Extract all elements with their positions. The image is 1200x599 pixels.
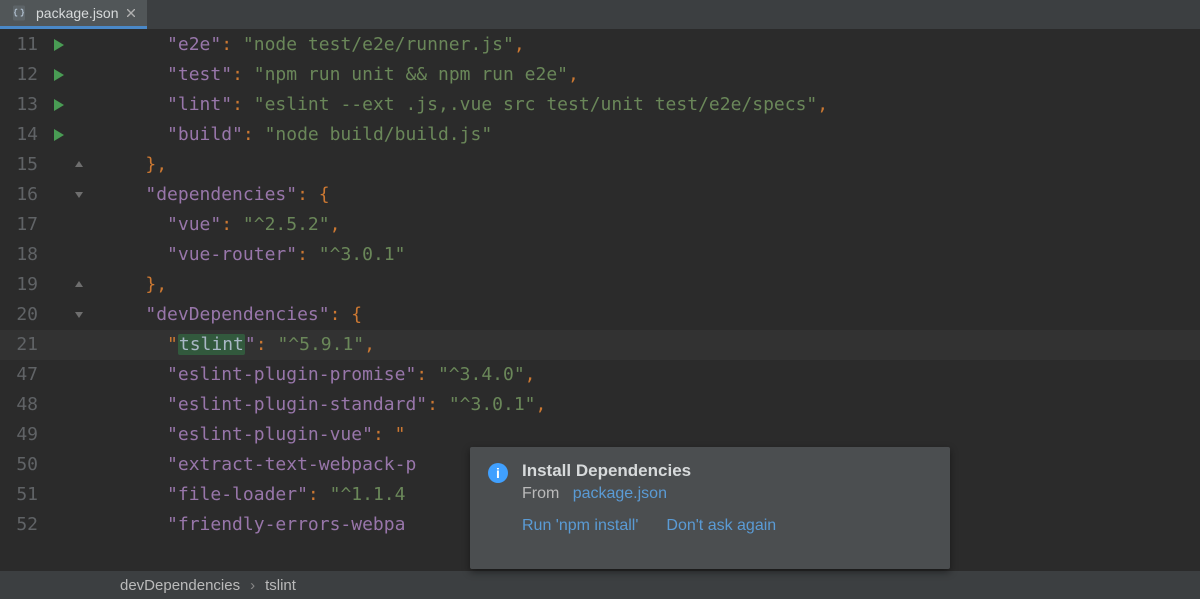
code-line[interactable]: 19 }, <box>0 270 1200 300</box>
code-text[interactable]: "e2e": "node test/e2e/runner.js", <box>102 30 525 60</box>
run-gutter[interactable] <box>48 99 70 111</box>
run-gutter[interactable] <box>48 129 70 141</box>
code-line[interactable]: 12 "test": "npm run unit && npm run e2e"… <box>0 60 1200 90</box>
code-line[interactable]: 18 "vue-router": "^3.0.1" <box>0 240 1200 270</box>
line-number: 19 <box>0 270 48 300</box>
code-text[interactable]: "build": "node build/build.js" <box>102 120 492 150</box>
close-icon[interactable] <box>127 9 135 17</box>
json-file-icon <box>10 4 28 22</box>
line-number: 50 <box>0 450 48 480</box>
run-icon[interactable] <box>54 69 64 81</box>
code-text[interactable]: "eslint-plugin-standard": "^3.0.1", <box>102 390 546 420</box>
line-number: 21 <box>0 330 48 360</box>
breadcrumb-item[interactable]: devDependencies <box>120 577 240 594</box>
line-number: 47 <box>0 360 48 390</box>
notification-popup: i Install Dependencies From package.json… <box>470 447 950 569</box>
line-number: 16 <box>0 180 48 210</box>
fold-end-icon[interactable] <box>70 160 88 170</box>
breadcrumb: devDependencies › tslint <box>0 571 1200 599</box>
code-text[interactable]: "extract-text-webpack-p <box>102 450 416 480</box>
notification-title: Install Dependencies <box>522 461 932 481</box>
line-number: 17 <box>0 210 48 240</box>
fold-start-icon[interactable] <box>70 310 88 320</box>
code-text[interactable]: "lint": "eslint --ext .js,.vue src test/… <box>102 90 828 120</box>
code-line[interactable]: 17 "vue": "^2.5.2", <box>0 210 1200 240</box>
run-gutter[interactable] <box>48 69 70 81</box>
fold-start-icon[interactable] <box>70 190 88 200</box>
line-number: 14 <box>0 120 48 150</box>
code-line[interactable]: 16 "dependencies": { <box>0 180 1200 210</box>
line-number: 13 <box>0 90 48 120</box>
notification-source-link[interactable]: package.json <box>573 485 667 502</box>
code-line[interactable]: 20 "devDependencies": { <box>0 300 1200 330</box>
tab-bar: package.json <box>0 0 1200 30</box>
line-number: 18 <box>0 240 48 270</box>
tab-filename: package.json <box>36 5 119 21</box>
code-text[interactable]: "dependencies": { <box>102 180 330 210</box>
breadcrumb-item[interactable]: tslint <box>265 577 296 594</box>
run-icon[interactable] <box>54 39 64 51</box>
code-text[interactable]: "tslint": "^5.9.1", <box>102 330 375 360</box>
code-text[interactable]: "test": "npm run unit && npm run e2e", <box>102 60 579 90</box>
notification-subtitle: From package.json <box>522 485 932 503</box>
code-text[interactable]: "friendly-errors-webpa <box>102 510 405 540</box>
code-text[interactable]: "file-loader": "^1.1.4 <box>102 480 405 510</box>
line-number: 15 <box>0 150 48 180</box>
code-text[interactable]: "vue": "^2.5.2", <box>102 210 340 240</box>
code-line[interactable]: 11 "e2e": "node test/e2e/runner.js", <box>0 30 1200 60</box>
code-text[interactable]: "eslint-plugin-promise": "^3.4.0", <box>102 360 536 390</box>
run-icon[interactable] <box>54 99 64 111</box>
code-line[interactable]: 21 "tslint": "^5.9.1", <box>0 330 1200 360</box>
code-text[interactable]: "devDependencies": { <box>102 300 362 330</box>
info-icon: i <box>488 463 508 483</box>
editor-tab[interactable]: package.json <box>0 0 147 29</box>
run-npm-install-link[interactable]: Run 'npm install' <box>522 517 638 535</box>
code-line[interactable]: 15 }, <box>0 150 1200 180</box>
code-line[interactable]: 13 "lint": "eslint --ext .js,.vue src te… <box>0 90 1200 120</box>
line-number: 48 <box>0 390 48 420</box>
code-text[interactable]: }, <box>102 150 167 180</box>
fold-end-icon[interactable] <box>70 280 88 290</box>
line-number: 12 <box>0 60 48 90</box>
line-number: 20 <box>0 300 48 330</box>
code-text[interactable]: "eslint-plugin-vue": " <box>102 420 405 450</box>
code-line[interactable]: 48 "eslint-plugin-standard": "^3.0.1", <box>0 390 1200 420</box>
line-number: 52 <box>0 510 48 540</box>
dont-ask-again-link[interactable]: Don't ask again <box>666 517 776 535</box>
line-number: 49 <box>0 420 48 450</box>
code-line[interactable]: 47 "eslint-plugin-promise": "^3.4.0", <box>0 360 1200 390</box>
run-gutter[interactable] <box>48 39 70 51</box>
line-number: 11 <box>0 30 48 60</box>
chevron-right-icon: › <box>250 577 255 594</box>
run-icon[interactable] <box>54 129 64 141</box>
code-line[interactable]: 49 "eslint-plugin-vue": " <box>0 420 1200 450</box>
code-text[interactable]: "vue-router": "^3.0.1" <box>102 240 405 270</box>
line-number: 51 <box>0 480 48 510</box>
code-text[interactable]: }, <box>102 270 167 300</box>
code-line[interactable]: 14 "build": "node build/build.js" <box>0 120 1200 150</box>
